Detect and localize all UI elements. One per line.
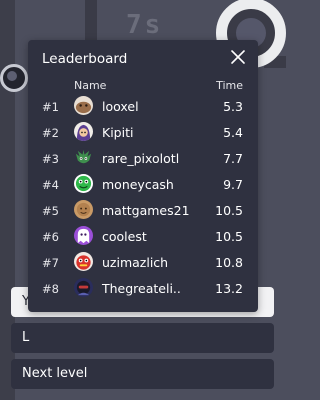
player-orb-highlight: [7, 71, 17, 81]
leaderboard-row: #3 rare_pixolotl 7.7: [28, 147, 258, 173]
leaderboard-row: #7 uzimazlich 10.8: [28, 251, 258, 277]
player-name: uzimazlich: [102, 255, 169, 270]
player-name: mattgames21: [102, 203, 190, 218]
purple-hood-avatar-icon: [74, 122, 93, 141]
menu-button-dark-label: L: [22, 330, 30, 345]
player-time: 10.5: [215, 229, 243, 244]
leaderboard-modal: Leaderboard Name Time #1 looxel 5.3 #2 K…: [28, 40, 258, 312]
player-name: moneycash: [102, 177, 174, 192]
rank-label: #5: [42, 204, 59, 218]
player-time: 5.3: [223, 99, 243, 114]
rank-label: #3: [42, 152, 59, 166]
player-name: rare_pixolotl: [102, 151, 180, 166]
rank-label: #6: [42, 230, 59, 244]
tan-face-avatar-icon: [74, 200, 93, 219]
player-name: Thegreateli..: [102, 281, 181, 296]
close-icon[interactable]: [230, 49, 246, 65]
leaderboard-row: #4 moneycash 9.7: [28, 173, 258, 199]
rank-label: #4: [42, 178, 59, 192]
pipe-top: [85, 0, 97, 40]
rank-label: #7: [42, 256, 59, 270]
player-time: 5.4: [223, 125, 243, 140]
rank-label: #8: [42, 282, 59, 296]
player-name: looxel: [102, 99, 139, 114]
player-name: coolest: [102, 229, 147, 244]
next-level-label: Next level: [22, 366, 88, 381]
purple-ghost-avatar-icon: [74, 226, 93, 245]
red-creature-avatar-icon: [74, 252, 93, 271]
green-creature-avatar-icon: [74, 148, 93, 167]
player-time: 10.8: [215, 255, 243, 270]
player-time: 10.5: [215, 203, 243, 218]
player-time: 7.7: [223, 151, 243, 166]
player-time: 13.2: [215, 281, 243, 296]
leaderboard-row: #8 Thegreateli.. 13.2: [28, 277, 258, 303]
menu-button-dark[interactable]: L: [11, 323, 274, 353]
green-money-avatar-icon: [74, 174, 93, 193]
leaderboard-title: Leaderboard: [42, 51, 128, 67]
rank-label: #1: [42, 100, 59, 114]
leaderboard-row: #6 coolest 10.5: [28, 225, 258, 251]
leaderboard-row: #1 looxel 5.3: [28, 95, 258, 121]
rank-label: #2: [42, 126, 59, 140]
next-level-button[interactable]: Next level: [11, 359, 274, 389]
leaderboard-row: #5 mattgames21 10.5: [28, 199, 258, 225]
brown-blob-avatar-icon: [74, 96, 93, 115]
player-time: 9.7: [223, 177, 243, 192]
column-header-name: Name: [74, 79, 107, 92]
player-name: Kipiti: [102, 125, 134, 140]
dark-knight-avatar-icon: [74, 278, 93, 297]
column-header-time: Time: [216, 79, 243, 92]
leaderboard-row: #2 Kipiti 5.4: [28, 121, 258, 147]
timer-display: 7s: [126, 10, 164, 40]
